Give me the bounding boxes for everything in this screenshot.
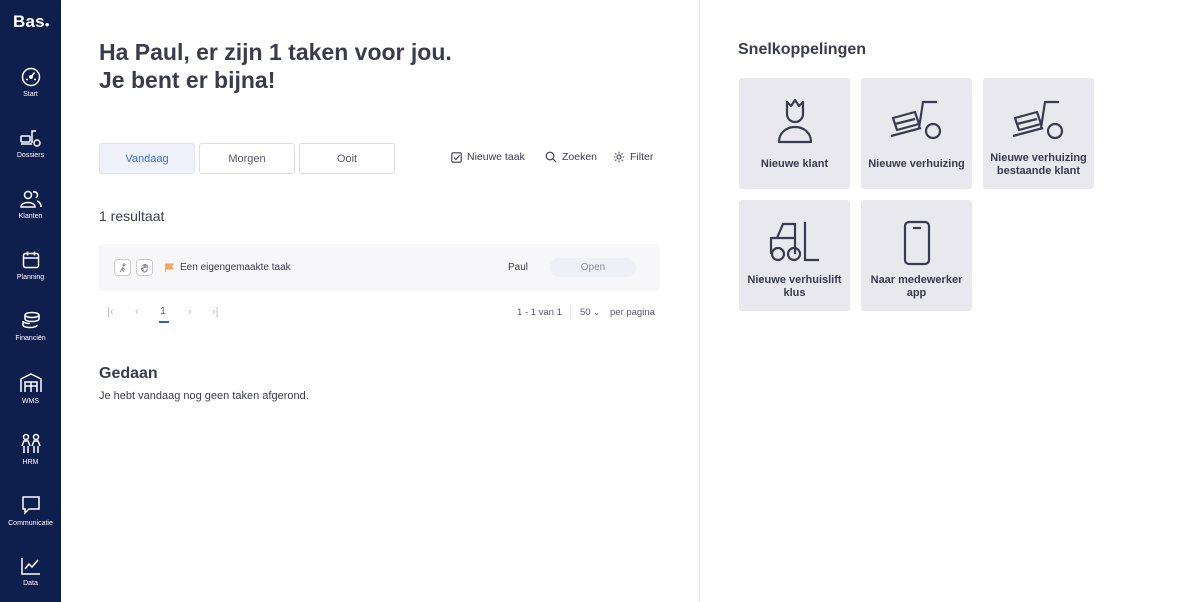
checkbox-icon [451, 151, 462, 163]
new-customer-icon [777, 98, 812, 144]
sidebar-item-label: Planning [16, 274, 45, 281]
assign-button[interactable] [114, 259, 131, 276]
last-page-icon[interactable]: ›| [212, 306, 219, 318]
done-section-title: Gedaan [99, 365, 158, 382]
new-task-label: Nieuwe taak [467, 151, 525, 163]
quick-link-label: Nieuwe verhuizing [868, 158, 965, 170]
quick-link-employee-app[interactable]: Naar medewerker app [861, 200, 972, 311]
task-actions: Nieuwe taak Zoeken Filter [451, 151, 671, 165]
gear-icon [613, 151, 625, 163]
table-row[interactable]: Een eigengemaakte taak Paul Open [99, 244, 660, 291]
flag-icon [165, 263, 174, 272]
sidebar-item-start[interactable]: Start [0, 67, 61, 123]
per-page-label: per pagina [610, 307, 655, 318]
gauge-icon [21, 67, 40, 87]
first-page-icon[interactable]: |‹ [107, 306, 114, 318]
tab-ooit[interactable]: Ooit [299, 143, 395, 174]
quick-links-title: Snelkoppelingen [738, 41, 867, 58]
filter-button[interactable]: Filter [613, 151, 653, 163]
grab-button[interactable] [136, 259, 153, 276]
people-icon [20, 433, 41, 453]
sidebar-item-hrm[interactable]: HRM [0, 433, 61, 489]
warehouse-icon [19, 373, 42, 392]
chat-icon [21, 496, 40, 515]
current-page[interactable]: 1 [157, 306, 169, 317]
done-section-text: Je hebt vandaag nog geen taken afgerond. [99, 390, 309, 402]
hand-icon [140, 263, 148, 272]
person-walk-icon [119, 262, 125, 272]
sidebar-item-label: Klanten [18, 213, 43, 220]
tab-vandaag[interactable]: Vandaag [99, 143, 195, 174]
calendar-icon [22, 251, 39, 269]
sidebar-item-financien[interactable]: Financiën [0, 311, 61, 367]
customers-icon [19, 190, 42, 208]
quick-link-new-move-existing-customer[interactable]: Nieuwe verhuizing bestaande klant [983, 78, 1094, 189]
pagination: |‹ ‹ 1 › ›| 1 - 1 van 1 50 ⌄ per pagina [99, 303, 660, 323]
page-title: Ha Paul, er zijn 1 taken voor jou. Je be… [99, 39, 452, 93]
forklift-icon [769, 222, 819, 262]
tab-morgen[interactable]: Morgen [199, 143, 295, 174]
filter-label: Filter [630, 151, 654, 163]
sidebar-item-wms[interactable]: WMS [0, 372, 61, 428]
status-badge[interactable]: Open [550, 258, 636, 277]
current-page-indicator [159, 321, 169, 323]
page-range: 1 - 1 van 1 [517, 307, 562, 318]
task-assignee: Paul [508, 262, 529, 273]
app-logo[interactable]: Bas● [13, 12, 50, 32]
sidebar-item-planning[interactable]: Planning [0, 250, 61, 306]
task-name[interactable]: Een eigengemaakte taak [180, 262, 291, 273]
sidebar-item-label: HRM [22, 459, 39, 466]
sidebar-item-label: Communicatie [8, 520, 53, 527]
search-label: Zoeken [562, 151, 598, 163]
sidebar-item-label: Start [23, 91, 38, 98]
app-window: Bas● Start Dossiers Klanten Planning Fin… [0, 0, 1200, 602]
search-button[interactable]: Zoeken [545, 151, 597, 163]
sidebar-item-label: WMS [21, 398, 40, 405]
coins-icon [21, 311, 40, 329]
pager-divider [570, 305, 571, 319]
page-size-value: 50 [580, 307, 591, 318]
quick-link-new-lift-job[interactable]: Nieuwe verhuislift klus [739, 200, 850, 311]
sidebar-item-data[interactable]: Data [0, 556, 61, 602]
quick-link-label: Nieuwe verhuizing bestaande klant [990, 152, 1087, 177]
moving-dolly-icon [890, 100, 941, 140]
smartphone-icon [903, 220, 930, 266]
page-size-select[interactable]: 50 ⌄ [580, 307, 600, 318]
next-page-icon[interactable]: › [188, 306, 192, 318]
sidebar: Bas● Start Dossiers Klanten Planning Fin… [0, 0, 61, 602]
sidebar-item-label: Financiën [15, 335, 46, 342]
quick-link-new-move[interactable]: Nieuwe verhuizing [861, 78, 972, 189]
quick-link-label: Nieuwe verhuislift klus [747, 274, 842, 299]
sidebar-item-label: Data [23, 580, 38, 587]
moving-truck-icon [19, 130, 41, 147]
sidebar-item-dossiers[interactable]: Dossiers [0, 128, 61, 184]
line-chart-icon [20, 558, 40, 575]
quick-links-panel: Snelkoppelingen Nieuwe klant Nieuwe verh… [700, 0, 1200, 602]
search-icon [545, 151, 557, 163]
moving-dolly-icon [1012, 100, 1063, 140]
result-count: 1 resultaat [99, 208, 165, 224]
quick-link-label: Nieuwe klant [760, 158, 829, 170]
quick-link-label: Naar medewerker app [870, 274, 963, 299]
quick-link-new-customer[interactable]: Nieuwe klant [739, 78, 850, 189]
new-task-button[interactable]: Nieuwe taak [451, 151, 525, 163]
chevron-down-icon: ⌄ [593, 308, 600, 317]
sidebar-item-communicatie[interactable]: Communicatie [0, 494, 61, 550]
tasks-panel: Ha Paul, er zijn 1 taken voor jou. Je be… [61, 0, 699, 602]
sidebar-item-klanten[interactable]: Klanten [0, 189, 61, 245]
sidebar-item-label: Dossiers [16, 152, 45, 159]
prev-page-icon[interactable]: ‹ [135, 306, 139, 318]
